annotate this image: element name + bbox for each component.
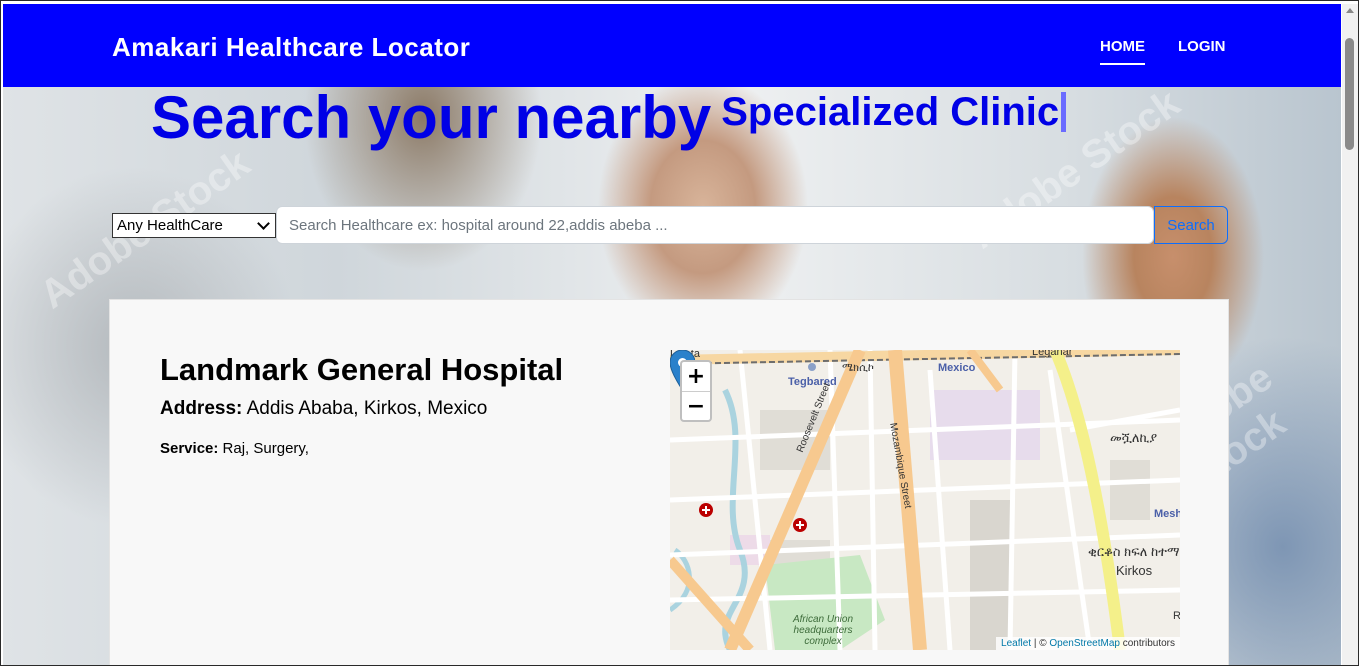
hospital-name: Landmark General Hospital (160, 352, 564, 387)
map-label: ሜክሲኮ (842, 362, 874, 374)
map-label: African Union headquarters complex (792, 614, 854, 647)
service-value: Raj, Surgery, (222, 440, 309, 457)
hospital-cross-icon (793, 518, 807, 532)
search-placeholder: Search Healthcare ex: hospital around 22… (289, 216, 668, 234)
page-scrollbar[interactable] (1342, 4, 1358, 665)
osm-link[interactable]: OpenStreetMap (1049, 638, 1120, 649)
healthcare-type-selected: Any HealthCare (117, 217, 223, 234)
hospital-address: Address: Addis Ababa, Kirkos, Mexico (160, 398, 487, 420)
hospital-services: Service: Raj, Surgery, (160, 440, 309, 457)
browser-viewport: Adobe Stock Adobe Stock Adobe Stock Amak… (0, 0, 1359, 666)
map-zoom-control: + − (680, 360, 712, 422)
address-value: Addis Ababa, Kirkos, Mexico (246, 398, 488, 419)
nav-login-link[interactable]: LOGIN (1178, 38, 1226, 55)
map-tiles (670, 350, 1180, 650)
attribution-tail: contributors (1119, 638, 1175, 649)
typing-cursor (1061, 92, 1067, 132)
map-label: Kirkos (1116, 563, 1153, 578)
zoom-in-button[interactable]: + (682, 362, 710, 392)
nav-home-link[interactable]: HOME (1100, 38, 1145, 65)
location-map[interactable]: Lideta Tegbared ሜክሲኮ Mexico Leganar Roos… (670, 350, 1180, 650)
attribution-separator: | © (1031, 638, 1050, 649)
map-label: ቂርቆስ ክፍለ ከተማ (1088, 544, 1180, 559)
search-button[interactable]: Search (1154, 206, 1228, 244)
address-label: Address: (160, 398, 243, 419)
map-attribution: Leaflet | © OpenStreetMap contributors (996, 637, 1180, 650)
map-label: Mesh (1154, 508, 1180, 520)
map-label: Leganar (1032, 350, 1073, 358)
map-label: R (1173, 610, 1180, 622)
top-navbar: Amakari Healthcare Locator HOME LOGIN (3, 4, 1341, 87)
search-input[interactable]: Search Healthcare ex: hospital around 22… (276, 206, 1154, 244)
headline-main: Search your nearby (151, 84, 712, 151)
map-label: መሿለኪያ (1110, 430, 1158, 445)
headline-typed-text: Specialized Clinic (721, 90, 1060, 134)
leaflet-link[interactable]: Leaflet (1001, 638, 1031, 649)
healthcare-type-select[interactable]: Any HealthCare (112, 213, 276, 238)
service-label: Service: (160, 440, 219, 457)
brand-title[interactable]: Amakari Healthcare Locator (112, 32, 470, 63)
chevron-down-icon (257, 217, 270, 230)
hospital-cross-icon (699, 503, 713, 517)
scroll-up-arrow-icon[interactable] (1346, 8, 1354, 13)
map-label: Mexico (938, 362, 976, 374)
scroll-thumb[interactable] (1345, 38, 1354, 150)
zoom-out-button[interactable]: − (682, 392, 710, 421)
hero-headline: Search your nearby Specialized Clinic (151, 83, 1067, 152)
